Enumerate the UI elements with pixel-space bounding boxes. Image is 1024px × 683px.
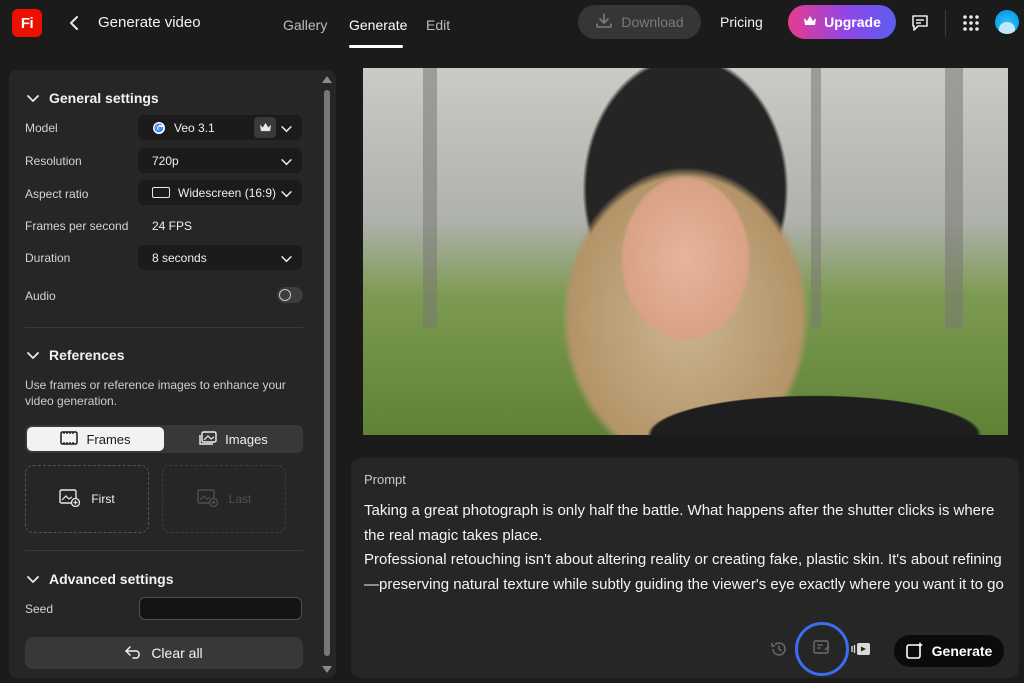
prompt-line: Professional retouching isn't about alte… <box>364 551 1004 593</box>
fps-label: Frames per second <box>25 219 129 233</box>
references-title: References <box>49 347 125 363</box>
top-bar: Fi Generate video Gallery Generate Edit … <box>0 0 1024 50</box>
add-image-icon <box>196 488 219 510</box>
background-tree <box>423 68 437 328</box>
user-avatar[interactable] <box>995 10 1019 34</box>
widescreen-icon <box>152 187 170 198</box>
upgrade-label: Upgrade <box>824 14 881 30</box>
scrollbar-thumb[interactable] <box>324 90 330 656</box>
clear-all-label: Clear all <box>151 645 203 661</box>
chevron-down-icon <box>27 347 39 363</box>
prompt-label: Prompt <box>364 472 406 487</box>
aspect-ratio-select[interactable]: Widescreen (16:9) <box>138 180 302 205</box>
duration-label: Duration <box>25 251 71 265</box>
advanced-settings-title: Advanced settings <box>49 571 174 587</box>
section-divider <box>25 550 303 551</box>
seed-label: Seed <box>25 602 54 616</box>
tab-generate[interactable]: Generate <box>349 17 407 33</box>
images-label: Images <box>225 431 268 447</box>
page-title: Generate video <box>98 14 201 31</box>
background-tree <box>945 68 963 328</box>
section-divider <box>25 327 303 328</box>
download-label: Download <box>621 14 684 30</box>
aspect-ratio-label: Aspect ratio <box>25 187 89 201</box>
resolution-label: Resolution <box>25 154 82 168</box>
film-frames-icon <box>60 430 79 448</box>
general-settings-header[interactable]: General settings <box>27 90 159 106</box>
references-description: Use frames or reference images to enhanc… <box>25 378 286 408</box>
general-settings-title: General settings <box>49 90 159 106</box>
generate-label: Generate <box>931 643 993 659</box>
tab-frames[interactable]: Frames <box>27 427 164 451</box>
download-icon <box>595 12 613 32</box>
tab-images[interactable]: Images <box>166 427 301 451</box>
upgrade-button[interactable]: Upgrade <box>788 5 896 39</box>
crown-icon <box>803 14 817 30</box>
resolution-value: 720p <box>152 153 179 168</box>
back-chevron-icon[interactable] <box>64 12 84 34</box>
active-tab-indicator <box>349 45 403 48</box>
audio-toggle[interactable] <box>277 287 303 303</box>
sidebar-scrollbar[interactable] <box>322 72 332 676</box>
generate-button[interactable]: Generate <box>894 635 1004 667</box>
chevron-down-icon <box>281 122 292 136</box>
generate-sparkle-icon <box>905 641 924 662</box>
prompt-edit-icon <box>813 639 831 660</box>
clear-all-button[interactable]: Clear all <box>25 637 303 669</box>
chevron-down-icon <box>27 571 39 587</box>
chevron-down-icon <box>27 90 39 106</box>
seed-input[interactable] <box>139 597 302 620</box>
prompt-line: Taking a great photograph is only half t… <box>364 502 995 544</box>
model-select[interactable]: Veo 3.1 <box>138 115 302 140</box>
scroll-down-arrow-icon[interactable] <box>322 666 332 673</box>
first-frame-dropzone[interactable]: First <box>25 465 149 533</box>
toolbar-divider <box>945 10 946 36</box>
duration-select[interactable]: 8 seconds <box>138 245 302 270</box>
frames-label: Frames <box>86 431 131 447</box>
prompt-suggestion-button[interactable] <box>795 622 849 676</box>
resolution-select[interactable]: 720p <box>138 148 302 173</box>
tab-gallery[interactable]: Gallery <box>283 17 327 33</box>
model-label: Model <box>25 121 58 135</box>
feedback-chat-icon[interactable] <box>909 12 931 34</box>
model-value: Veo 3.1 <box>174 120 215 135</box>
google-icon <box>152 121 166 135</box>
tab-edit[interactable]: Edit <box>426 17 450 33</box>
prompt-panel: Prompt Taking a great photograph is only… <box>351 458 1019 678</box>
references-header[interactable]: References <box>27 347 125 363</box>
last-frame-dropzone: Last <box>162 465 286 533</box>
scroll-up-arrow-icon[interactable] <box>322 76 332 83</box>
fps-value: 24 FPS <box>152 219 193 233</box>
apps-grid-icon[interactable] <box>960 12 982 34</box>
first-frame-label: First <box>91 492 115 506</box>
download-button[interactable]: Download <box>578 5 701 39</box>
aspect-ratio-value: Widescreen (16:9) <box>178 185 277 200</box>
chevron-down-icon <box>281 155 292 169</box>
images-icon <box>199 430 217 448</box>
media-settings-icon[interactable] <box>850 639 872 659</box>
chevron-down-icon <box>281 187 292 201</box>
prompt-textarea[interactable]: Taking a great photograph is only half t… <box>364 499 1009 597</box>
advanced-settings-header[interactable]: Advanced settings <box>27 571 173 587</box>
audio-label: Audio <box>25 289 56 303</box>
add-image-icon <box>59 488 81 510</box>
chevron-down-icon <box>281 252 292 266</box>
pricing-link[interactable]: Pricing <box>720 14 763 30</box>
background-tree <box>811 68 821 328</box>
history-icon[interactable] <box>769 639 789 659</box>
reference-mode-switch: Frames Images <box>25 425 303 453</box>
duration-value: 8 seconds <box>152 250 207 265</box>
premium-crown-icon <box>254 117 276 138</box>
settings-sidebar: General settings Model Veo 3.1 Resolutio… <box>9 70 336 678</box>
last-frame-label: Last <box>228 492 252 506</box>
firefly-logo[interactable]: Fi <box>12 9 42 37</box>
undo-icon <box>125 645 143 662</box>
generated-preview-image <box>363 68 1008 435</box>
